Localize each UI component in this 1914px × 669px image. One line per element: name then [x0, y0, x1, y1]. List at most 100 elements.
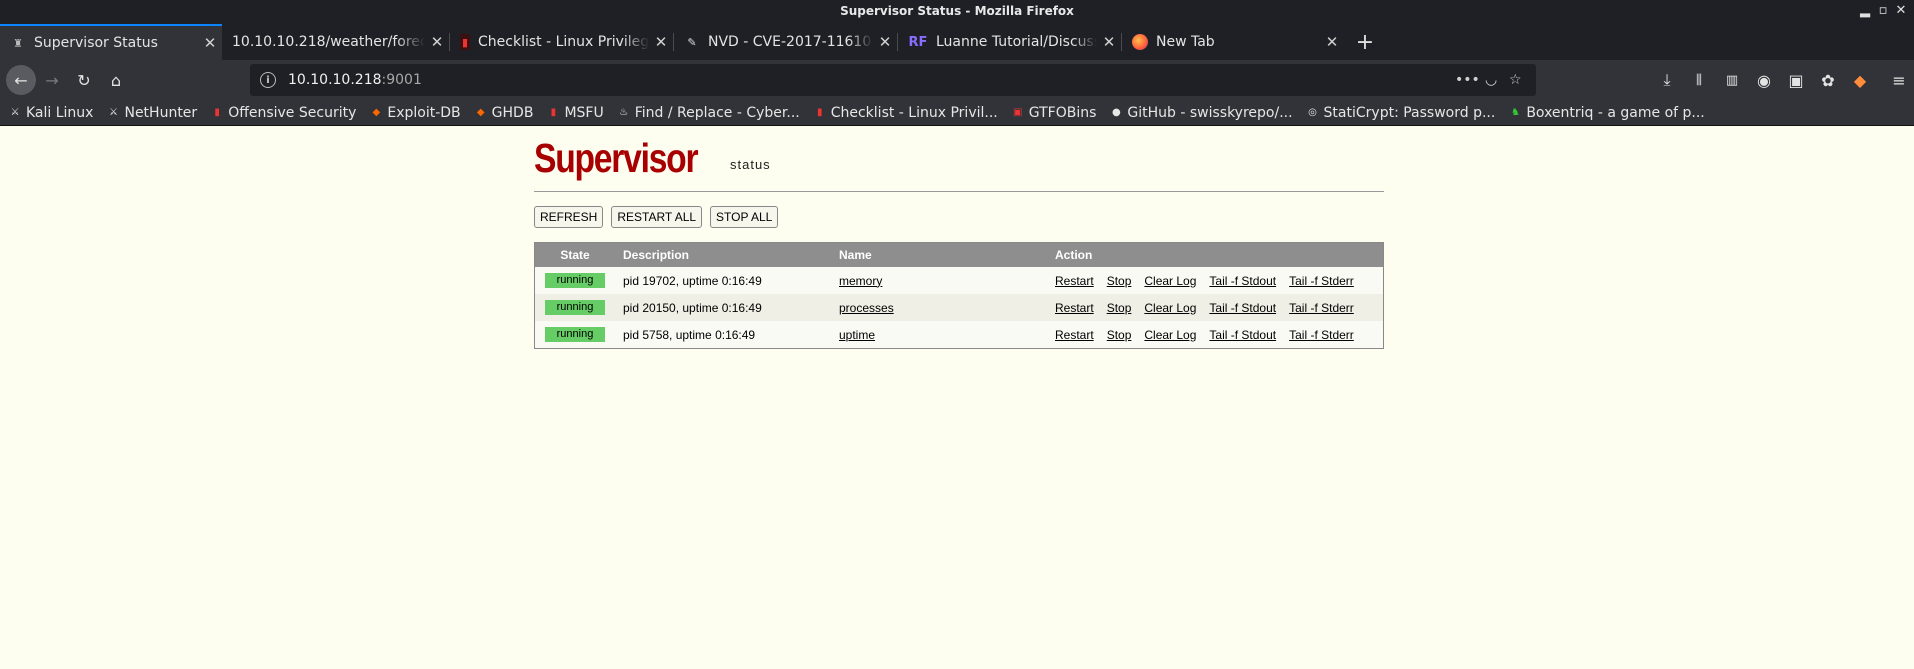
description-cell: pid 19702, uptime 0:16:49 — [623, 273, 762, 288]
maximize-icon[interactable]: ▫ — [1876, 3, 1890, 18]
restart-link[interactable]: Restart — [1055, 301, 1094, 315]
close-tab-icon[interactable]: ✕ — [425, 33, 449, 51]
name-cell: uptime — [831, 328, 1047, 342]
status-badge: running — [545, 300, 605, 315]
tail-stderr-link[interactable]: Tail -f Stderr — [1289, 274, 1354, 288]
tab-label: NVD - CVE-2017-11610 — [708, 34, 872, 50]
description-cell: pid 5758, uptime 0:16:49 — [623, 327, 756, 342]
tab-nvd-cve[interactable]: ✎ NVD - CVE-2017-11610 ✕ — [674, 24, 897, 60]
account-icon[interactable]: ◉ — [1752, 68, 1776, 92]
refresh-button[interactable]: REFRESH — [534, 206, 604, 228]
tab-checklist-linux[interactable]: ▮ Checklist - Linux Privilege Escalation… — [450, 24, 673, 60]
bookmark-nethunter[interactable]: ⚔ NetHunter — [106, 105, 197, 121]
bookmark-checklist-linux[interactable]: ▮ Checklist - Linux Privil... — [813, 105, 998, 121]
url-bar[interactable]: i 10.10.10.218:9001 ••• ◡ ☆ — [250, 64, 1536, 96]
state-cell: running — [535, 273, 615, 288]
tab-bar: ♜ Supervisor Status ✕ 10.10.10.218/weath… — [0, 24, 1914, 60]
window-title: Supervisor Status - Mozilla Firefox — [840, 4, 1074, 18]
url-port: :9001 — [381, 72, 422, 88]
action-cell: Restart Stop Clear Log Tail -f Stdout Ta… — [1047, 274, 1383, 288]
bookmark-boxentriq[interactable]: ♞ Boxentriq - a game of p... — [1508, 105, 1705, 121]
close-tab-icon[interactable]: ✕ — [1320, 33, 1344, 51]
foxyproxy-icon[interactable]: ◆ — [1848, 68, 1872, 92]
bookmark-label: GHDB — [491, 104, 534, 121]
exploitdb-icon: ◆ — [372, 107, 381, 118]
extension-icon[interactable]: ▣ — [1784, 68, 1808, 92]
close-tab-icon[interactable]: ✕ — [198, 34, 222, 52]
supervisor-logo-subtitle: status — [730, 157, 771, 172]
tab-weather-forecast[interactable]: 10.10.10.218/weather/forecast ✕ — [222, 24, 449, 60]
tab-label: Supervisor Status — [34, 35, 158, 51]
bookmark-staticrypt[interactable]: ◎ StatiCrypt: Password p... — [1306, 105, 1495, 121]
offsec-icon: ▮ — [550, 107, 557, 118]
tail-stderr-link[interactable]: Tail -f Stderr — [1289, 328, 1354, 342]
bookmark-offensive-security[interactable]: ▮ Offensive Security — [210, 105, 356, 121]
cookie-icon[interactable]: ✿ — [1816, 68, 1840, 92]
bookmark-exploit-db[interactable]: ◆ Exploit-DB — [369, 104, 461, 121]
bookmark-star-icon[interactable]: ☆ — [1509, 72, 1522, 88]
tab-label: Luanne Tutorial/Discussion — [936, 34, 1097, 50]
site-info-icon[interactable]: i — [260, 72, 276, 88]
forward-button[interactable]: → — [40, 68, 64, 92]
tail-stderr-link[interactable]: Tail -f Stderr — [1289, 301, 1354, 315]
tail-stdout-link[interactable]: Tail -f Stdout — [1209, 274, 1276, 288]
tab-luanne-tutorial[interactable]: RF Luanne Tutorial/Discussion ✕ — [898, 24, 1121, 60]
library-icon[interactable]: ⫼ — [1687, 68, 1711, 92]
action-cell: Restart Stop Clear Log Tail -f Stdout Ta… — [1047, 328, 1383, 342]
downloads-icon[interactable]: ⤓ — [1655, 68, 1679, 92]
menu-icon[interactable]: ≡ — [1887, 68, 1911, 92]
new-tab-icon[interactable]: + — [1354, 24, 1376, 60]
back-button[interactable]: ← — [6, 65, 36, 95]
stop-link[interactable]: Stop — [1107, 328, 1132, 342]
pocket-icon[interactable]: ◡ — [1485, 72, 1497, 88]
close-tab-icon[interactable]: ✕ — [649, 33, 673, 51]
header-state: State — [560, 248, 590, 262]
process-name-link[interactable]: uptime — [839, 328, 875, 342]
url-text[interactable]: 10.10.10.218:9001 — [288, 72, 422, 88]
tab-label: New Tab — [1156, 34, 1215, 50]
stop-link[interactable]: Stop — [1107, 301, 1132, 315]
restart-link[interactable]: Restart — [1055, 274, 1094, 288]
process-name-link[interactable]: processes — [839, 301, 894, 315]
bookmark-label: Offensive Security — [228, 104, 357, 121]
restart-all-button[interactable]: RESTART ALL — [611, 206, 703, 228]
close-window-icon[interactable]: ✕ — [1894, 3, 1908, 18]
page-actions-icon[interactable]: ••• — [1455, 72, 1480, 88]
name-cell: processes — [831, 301, 1047, 315]
sidebar-icon[interactable]: ▥ — [1720, 68, 1744, 92]
minimize-icon[interactable]: ▂ — [1858, 3, 1872, 18]
stop-link[interactable]: Stop — [1107, 274, 1132, 288]
firefox-favicon — [1132, 34, 1148, 50]
kali-icon: ⚔ — [10, 107, 20, 118]
close-tab-icon[interactable]: ✕ — [1097, 33, 1121, 51]
supervisor-header: Supervisor status — [534, 135, 1384, 192]
cyberchef-icon: ♨ — [619, 107, 629, 118]
home-icon[interactable]: ⌂ — [104, 68, 128, 92]
reload-icon[interactable]: ↻ — [72, 68, 96, 92]
stop-all-button[interactable]: STOP ALL — [710, 206, 779, 228]
clear-log-link[interactable]: Clear Log — [1144, 301, 1196, 315]
clear-log-link[interactable]: Clear Log — [1144, 274, 1196, 288]
process-table: State Description Name Action running pi… — [534, 242, 1384, 349]
bookmark-github-swisskyrepo[interactable]: ● GitHub - swisskyrepo/... — [1109, 105, 1293, 121]
bookmark-label: GTFOBins — [1028, 104, 1097, 121]
tab-new-tab[interactable]: New Tab ✕ — [1122, 24, 1344, 60]
bookmark-kali-linux[interactable]: ⚔ Kali Linux — [8, 105, 94, 121]
bookmark-label: Checklist - Linux Privil... — [830, 104, 998, 121]
tab-supervisor-status[interactable]: ♜ Supervisor Status ✕ — [0, 24, 222, 60]
tail-stdout-link[interactable]: Tail -f Stdout — [1209, 328, 1276, 342]
close-tab-icon[interactable]: ✕ — [873, 33, 897, 51]
tab-label: 10.10.10.218/weather/forecast — [232, 34, 425, 50]
bookmark-ghdb[interactable]: ◆ GHDB — [474, 105, 534, 121]
hacktricks-favicon: ▮ — [460, 34, 470, 50]
restart-link[interactable]: Restart — [1055, 328, 1094, 342]
gtfobins-icon: ▣ — [1013, 107, 1023, 118]
bookmark-label: Exploit-DB — [387, 104, 461, 121]
tail-stdout-link[interactable]: Tail -f Stdout — [1209, 301, 1276, 315]
state-cell: running — [535, 327, 615, 342]
bookmark-cyberchef[interactable]: ♨ Find / Replace - Cyber... — [617, 105, 800, 121]
clear-log-link[interactable]: Clear Log — [1144, 328, 1196, 342]
process-name-link[interactable]: memory — [839, 274, 882, 288]
bookmark-gtfobins[interactable]: ▣ GTFOBins — [1011, 104, 1097, 121]
bookmark-msfu[interactable]: ▮ MSFU — [546, 105, 604, 121]
